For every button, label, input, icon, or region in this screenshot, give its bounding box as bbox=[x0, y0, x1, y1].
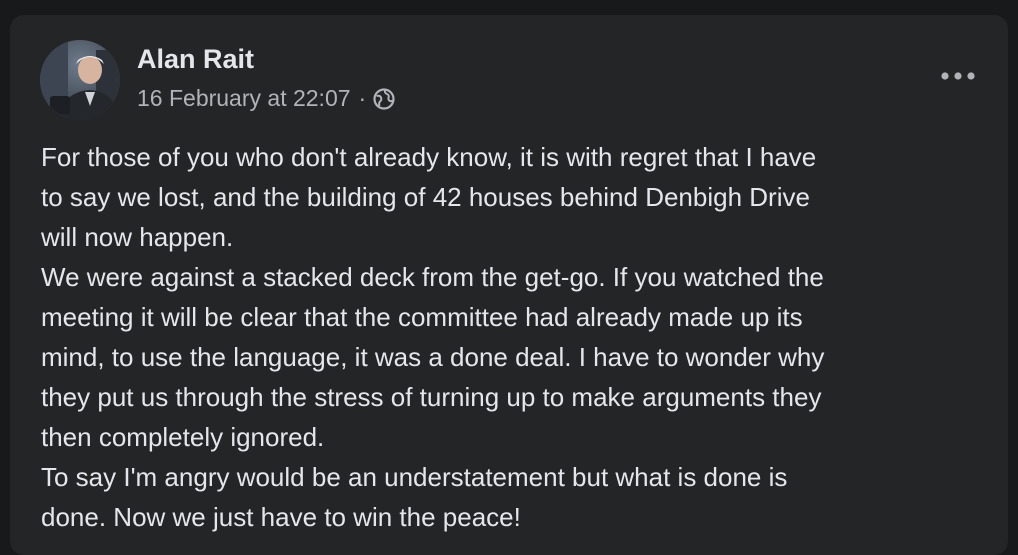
post-meta: 16 February at 22:07 · bbox=[137, 85, 396, 112]
globe-icon[interactable] bbox=[372, 87, 396, 111]
more-options-button[interactable] bbox=[936, 64, 980, 88]
meta-separator: · bbox=[358, 85, 367, 111]
post-text: For those of you who don't already know,… bbox=[41, 137, 991, 537]
post-paragraph: To say I'm angry would be an understatem… bbox=[41, 462, 788, 532]
post-timestamp[interactable]: 16 February at 22:07 bbox=[137, 85, 351, 112]
author-avatar[interactable] bbox=[40, 40, 120, 120]
post-card: Alan Rait 16 February at 22:07 · For tho… bbox=[10, 15, 1008, 555]
post-paragraph: We were against a stacked deck from the … bbox=[41, 262, 825, 452]
post-paragraph: For those of you who don't already know,… bbox=[41, 142, 817, 252]
author-name[interactable]: Alan Rait bbox=[137, 44, 254, 75]
post-header: Alan Rait 16 February at 22:07 · bbox=[40, 40, 980, 120]
more-horizontal-icon bbox=[941, 72, 975, 80]
